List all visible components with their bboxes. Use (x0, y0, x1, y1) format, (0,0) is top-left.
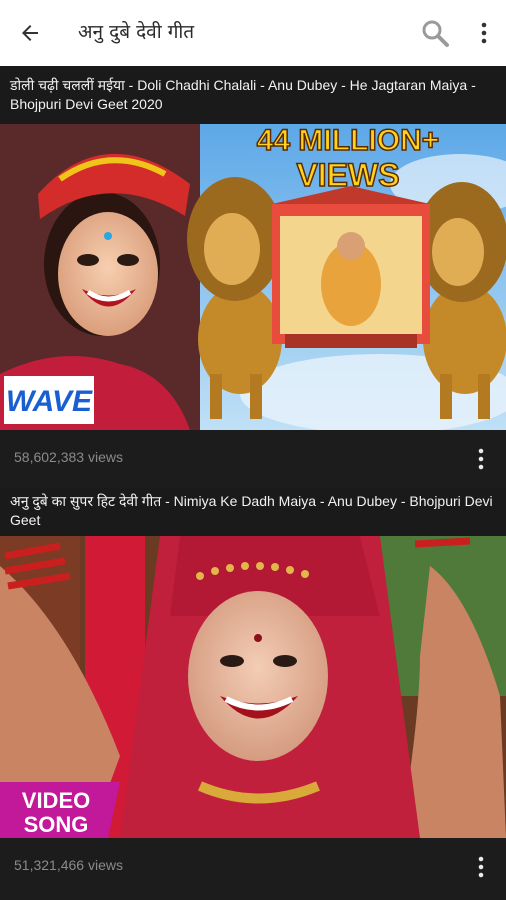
overlay-text-million: 44 MILLION+ (257, 124, 440, 157)
badge-line1: VIDEO (22, 788, 90, 813)
video-title[interactable]: डोली चढ़ी चललीं मईया - Doli Chadhi Chala… (0, 66, 506, 124)
app-bar: अनु दुबे देवी गीत (0, 0, 506, 66)
page-title: अनु दुबे देवी गीत (78, 21, 195, 43)
view-count: 51,321,466 views (14, 857, 123, 873)
more-vertical-icon[interactable] (472, 20, 496, 46)
video-thumbnail[interactable]: WAVE 44 MILLION+ VIEWS (0, 124, 506, 430)
search-icon[interactable] (420, 18, 450, 48)
video-meta: 58,602,383 views (0, 430, 506, 488)
video-thumbnail[interactable]: VIDEO SONG (0, 536, 506, 838)
view-count: 58,602,383 views (14, 449, 123, 465)
arrow-back-icon[interactable] (18, 21, 42, 45)
shrine (272, 186, 430, 348)
overlay-text-views: VIEWS (296, 157, 399, 193)
video-meta: 51,321,466 views (0, 838, 506, 896)
more-vertical-icon[interactable] (476, 854, 486, 880)
video-title[interactable]: अनु दुबे का सुपर हिट देवी गीत - Nimiya K… (0, 488, 506, 536)
badge-line2: SONG (24, 812, 89, 837)
channel-logo: WAVE (6, 385, 93, 418)
more-vertical-icon[interactable] (476, 446, 486, 472)
